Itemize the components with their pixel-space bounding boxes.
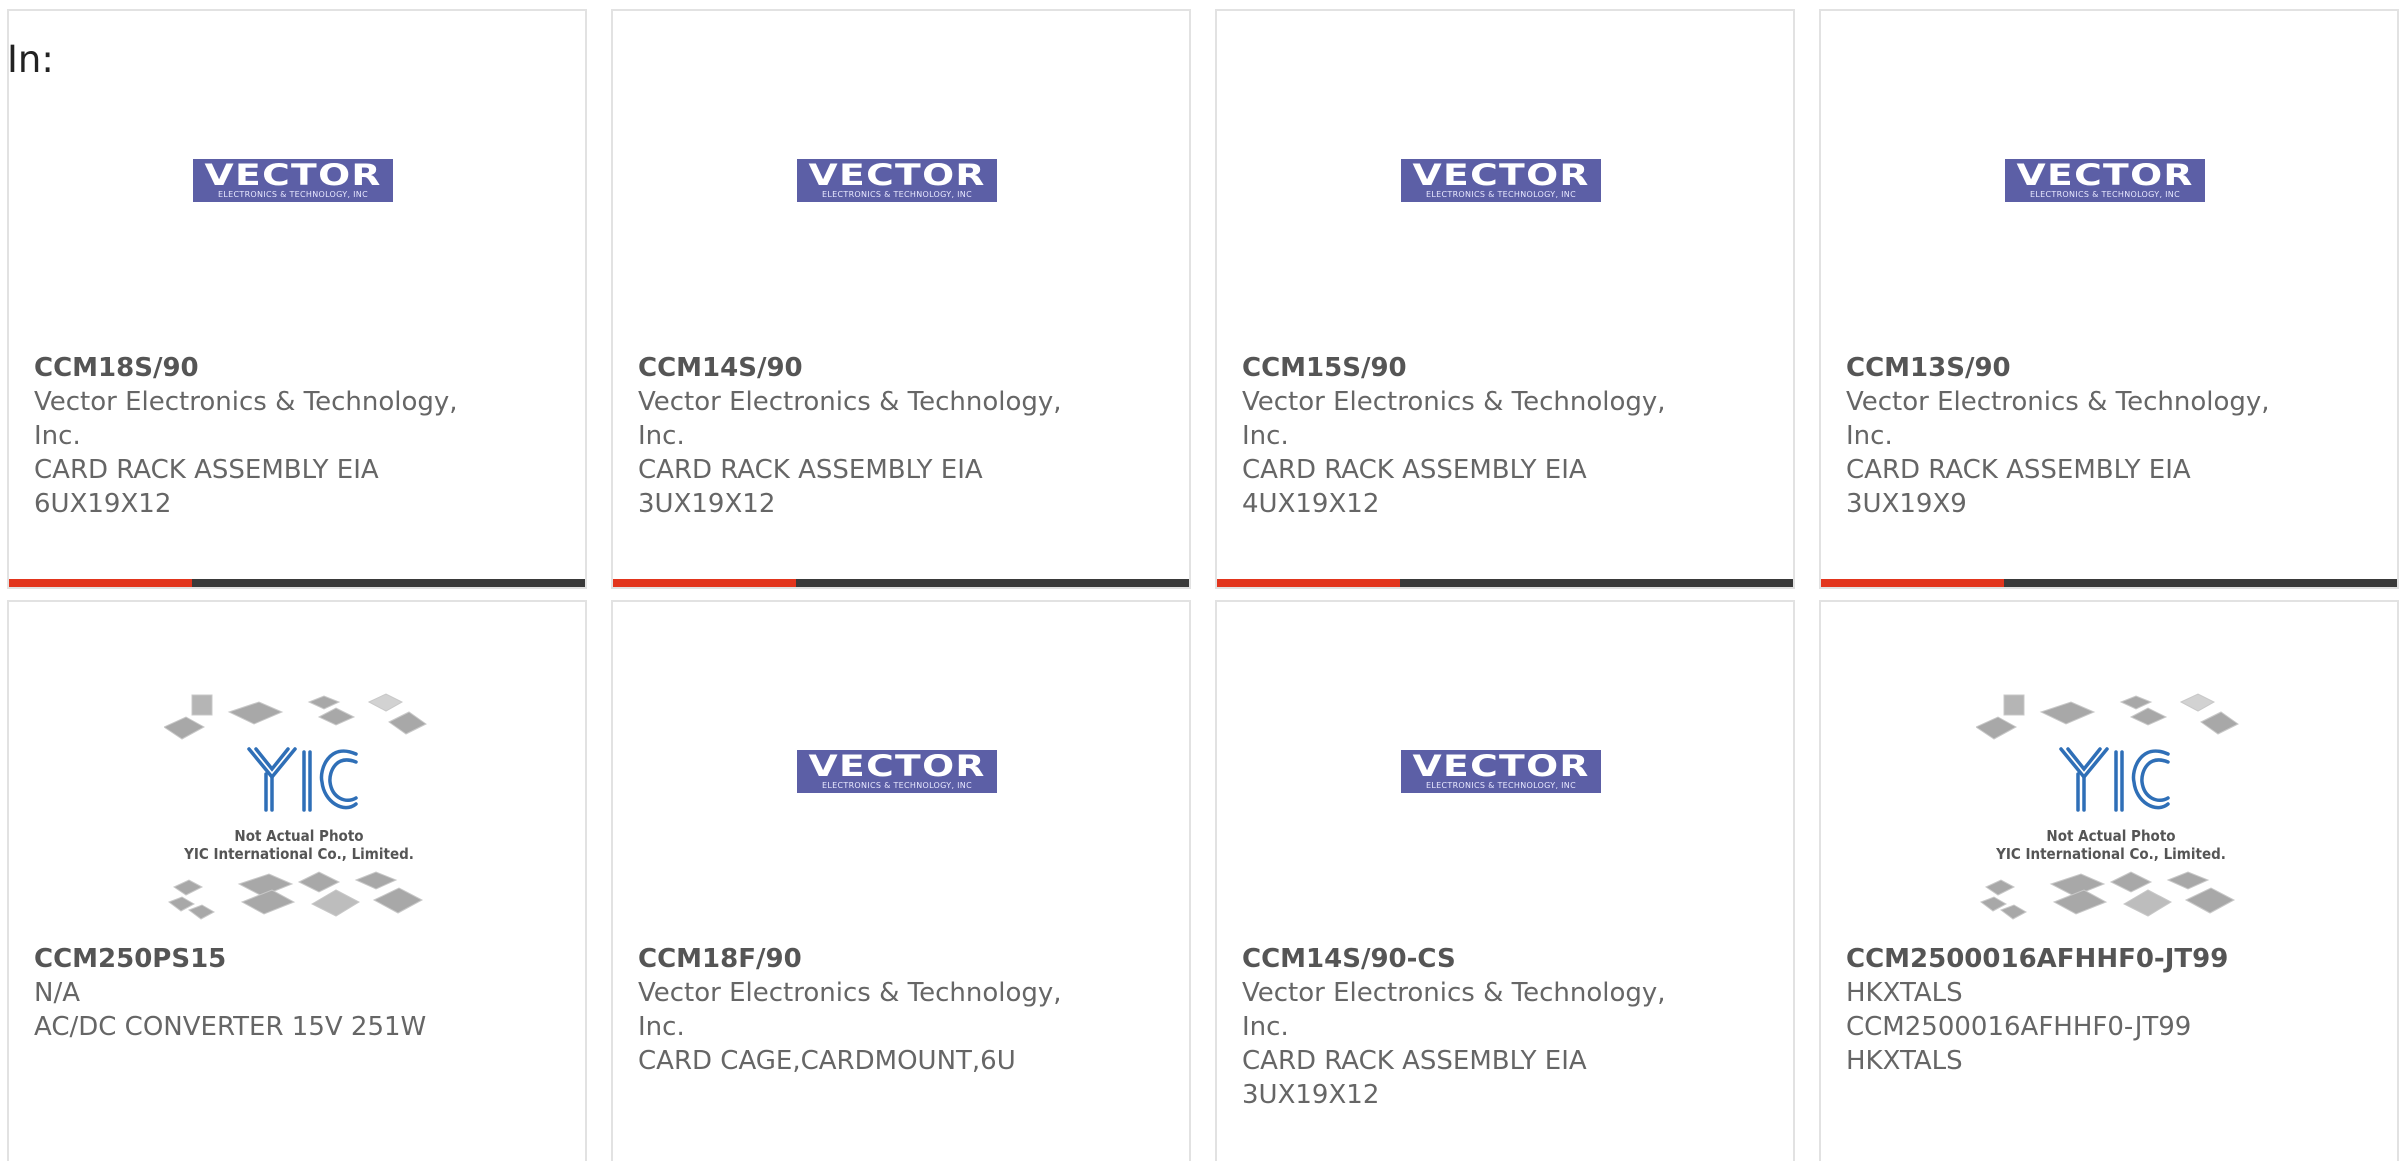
description-line: CARD RACK ASSEMBLY EIA (1846, 455, 2191, 485)
yic-caption-line1: Not Actual Photo (2046, 827, 2176, 845)
manufacturer-line: Inc. (638, 1012, 685, 1042)
part-number-link[interactable]: CCM13S/90 (1846, 351, 2296, 385)
description-line: 3UX19X9 (1846, 489, 1967, 519)
product-grid: VECTOR ELECTRONICS & TECHNOLOGY, INC CCM… (7, 9, 2399, 1161)
description-line: CARD RACK ASSEMBLY EIA (638, 455, 983, 485)
product-image[interactable]: VECTOR ELECTRONICS & TECHNOLOGY, INC (9, 11, 585, 341)
yic-caption: Not Actual Photo YIC International Co., … (1976, 827, 2246, 863)
product-card[interactable]: VECTOR ELECTRONICS & TECHNOLOGY, INC CCM… (1819, 9, 2399, 589)
description-line: CARD RACK ASSEMBLY EIA (1242, 455, 1587, 485)
vector-logo-text: VECTOR (1412, 158, 1590, 192)
part-number-link[interactable]: CCM18S/90 (34, 351, 484, 385)
vector-logo: VECTOR ELECTRONICS & TECHNOLOGY, INC (797, 159, 997, 202)
description-line: 6UX19X12 (34, 489, 172, 519)
in-label: In: (7, 38, 54, 81)
card-accent-bar (613, 579, 796, 587)
card-accent-bar (9, 579, 192, 587)
description-line: CARD RACK ASSEMBLY EIA (34, 455, 379, 485)
manufacturer-line: Inc. (1242, 1012, 1289, 1042)
product-text: CCM14S/90 Vector Electronics & Technology… (638, 351, 1088, 521)
manufacturer-line: Vector Electronics & Technology, (1846, 387, 2270, 417)
product-card[interactable]: VECTOR ELECTRONICS & TECHNOLOGY, INC CCM… (611, 9, 1191, 589)
product-card[interactable]: VECTOR ELECTRONICS & TECHNOLOGY, INC CCM… (1215, 600, 1795, 1161)
manufacturer-line: N/A (34, 978, 80, 1008)
card-bottom-bar (1217, 579, 1793, 587)
product-text: CCM13S/90 Vector Electronics & Technology… (1846, 351, 2296, 521)
part-number-link[interactable]: CCM250PS15 (34, 942, 484, 976)
vector-logo: VECTOR ELECTRONICS & TECHNOLOGY, INC (797, 750, 997, 793)
vector-logo: VECTOR ELECTRONICS & TECHNOLOGY, INC (193, 159, 393, 202)
vector-logo-text: VECTOR (204, 158, 382, 192)
card-bottom-bar (9, 579, 585, 587)
product-image[interactable]: Not Actual Photo YIC International Co., … (9, 602, 585, 932)
product-card[interactable]: VECTOR ELECTRONICS & TECHNOLOGY, INC CCM… (1215, 9, 1795, 589)
description-line: CARD RACK ASSEMBLY EIA (1242, 1046, 1587, 1076)
manufacturer-line: Vector Electronics & Technology, (1242, 387, 1666, 417)
product-text: CCM14S/90-CS Vector Electronics & Technol… (1242, 942, 1692, 1112)
vector-logo-text: VECTOR (808, 749, 986, 783)
manufacturer-line: Vector Electronics & Technology, (638, 387, 1062, 417)
chip-cluster-icon (1974, 693, 2239, 920)
card-accent-bar (1821, 579, 2004, 587)
manufacturer-line: Vector Electronics & Technology, (34, 387, 458, 417)
product-image[interactable]: VECTOR ELECTRONICS & TECHNOLOGY, INC (1217, 11, 1793, 341)
description-line: CCM2500016AFHHF0-JT99 (1846, 1012, 2192, 1042)
description-line: HKXTALS (1846, 1046, 1963, 1076)
vector-logo: VECTOR ELECTRONICS & TECHNOLOGY, INC (1401, 750, 1601, 793)
manufacturer-line: Inc. (1846, 421, 1893, 451)
product-card[interactable]: VECTOR ELECTRONICS & TECHNOLOGY, INC CCM… (611, 600, 1191, 1161)
product-text: CCM15S/90 Vector Electronics & Technology… (1242, 351, 1692, 521)
vector-logo-text: VECTOR (808, 158, 986, 192)
vector-logo: VECTOR ELECTRONICS & TECHNOLOGY, INC (2005, 159, 2205, 202)
product-text: CCM250PS15 N/A AC/DC CONVERTER 15V 251W (34, 942, 484, 1044)
product-image[interactable]: VECTOR ELECTRONICS & TECHNOLOGY, INC (613, 602, 1189, 932)
manufacturer-line: Vector Electronics & Technology, (638, 978, 1062, 1008)
manufacturer-line: Inc. (1242, 421, 1289, 451)
product-image[interactable]: Not Actual Photo YIC International Co., … (1821, 602, 2397, 932)
yic-caption-line1: Not Actual Photo (234, 827, 364, 845)
yic-caption-line2: YIC International Co., Limited. (184, 845, 414, 863)
manufacturer-line: Inc. (638, 421, 685, 451)
part-number-link[interactable]: CCM18F/90 (638, 942, 1088, 976)
product-image[interactable]: VECTOR ELECTRONICS & TECHNOLOGY, INC (1821, 11, 2397, 341)
part-number-link[interactable]: CCM2500016AFHHF0-JT99 (1846, 942, 2296, 976)
manufacturer-line: Vector Electronics & Technology, (1242, 978, 1666, 1008)
card-bottom-bar (1821, 579, 2397, 587)
product-image[interactable]: VECTOR ELECTRONICS & TECHNOLOGY, INC (1217, 602, 1793, 932)
description-line: 4UX19X12 (1242, 489, 1380, 519)
product-card[interactable]: Not Actual Photo YIC International Co., … (7, 600, 587, 1161)
product-listing-page: In: VECTOR ELECTRONICS & TECHNOLOGY, INC… (0, 0, 2400, 1161)
card-bottom-bar (613, 579, 1189, 587)
product-card[interactable]: Not Actual Photo YIC International Co., … (1819, 600, 2399, 1161)
vector-logo-text: VECTOR (2016, 158, 2194, 192)
manufacturer-line: HKXTALS (1846, 978, 1963, 1008)
description-line: 3UX19X12 (1242, 1080, 1380, 1110)
vector-logo-text: VECTOR (1412, 749, 1590, 783)
description-line: CARD CAGE,CARDMOUNT,6U (638, 1046, 1016, 1076)
product-text: CCM2500016AFHHF0-JT99 HKXTALS CCM2500016AF… (1846, 942, 2296, 1078)
product-card[interactable]: VECTOR ELECTRONICS & TECHNOLOGY, INC CCM… (7, 9, 587, 589)
product-image[interactable]: VECTOR ELECTRONICS & TECHNOLOGY, INC (613, 11, 1189, 341)
chip-cluster-icon (162, 693, 427, 920)
description-line: AC/DC CONVERTER 15V 251W (34, 1012, 427, 1042)
yic-caption: Not Actual Photo YIC International Co., … (164, 827, 434, 863)
vector-logo: VECTOR ELECTRONICS & TECHNOLOGY, INC (1401, 159, 1601, 202)
yic-placeholder-image: Not Actual Photo YIC International Co., … (162, 692, 434, 927)
yic-caption-line2: YIC International Co., Limited. (1996, 845, 2226, 863)
part-number-link[interactable]: CCM14S/90-CS (1242, 942, 1692, 976)
description-line: 3UX19X12 (638, 489, 776, 519)
product-text: CCM18F/90 Vector Electronics & Technology… (638, 942, 1088, 1078)
card-accent-bar (1217, 579, 1400, 587)
part-number-link[interactable]: CCM14S/90 (638, 351, 1088, 385)
product-text: CCM18S/90 Vector Electronics & Technology… (34, 351, 484, 521)
yic-placeholder-image: Not Actual Photo YIC International Co., … (1974, 692, 2246, 927)
manufacturer-line: Inc. (34, 421, 81, 451)
part-number-link[interactable]: CCM15S/90 (1242, 351, 1692, 385)
